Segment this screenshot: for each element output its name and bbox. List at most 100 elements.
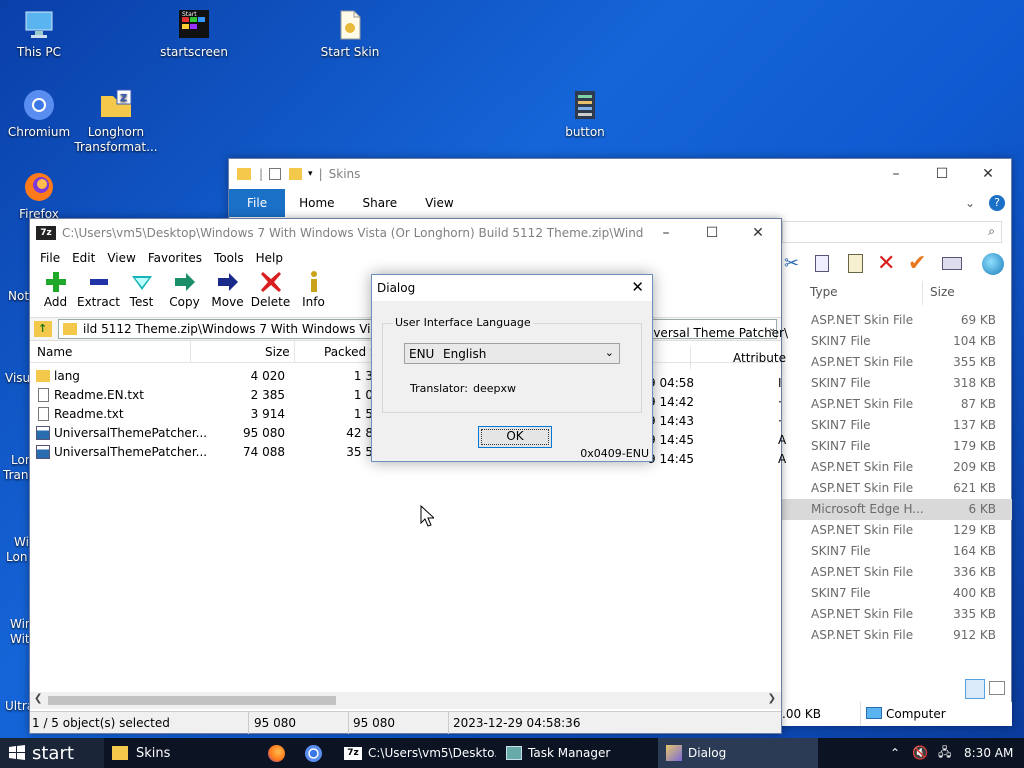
desktop-icon-longhorn-transformation[interactable]: Z Longhorn Transformat... — [71, 88, 161, 155]
info-button[interactable]: Info — [292, 269, 335, 309]
desktop-icon-firefox[interactable]: Firefox — [0, 170, 84, 222]
address-dropdown-icon[interactable]: ⌄ — [768, 323, 776, 334]
taskbar-item-task-manager[interactable]: Task Manager — [500, 738, 656, 768]
tab-home[interactable]: Home — [285, 189, 348, 217]
column-type[interactable]: Type — [810, 285, 838, 299]
globe-icon[interactable] — [982, 253, 1004, 275]
search-box[interactable]: ⌕ — [782, 221, 1002, 243]
ok-button[interactable]: OK — [478, 426, 552, 448]
table-row[interactable]: SKIN7 File 104 KB — [782, 331, 1012, 352]
column-size[interactable]: Size — [930, 285, 955, 299]
clock[interactable]: 8:30 AM — [964, 738, 1014, 768]
explorer-view-buttons — [965, 679, 1011, 699]
menu-file[interactable]: File — [34, 251, 66, 265]
close-button[interactable]: ✕ — [735, 219, 781, 247]
test-button[interactable]: Test — [120, 269, 163, 309]
copy-button[interactable]: Copy — [163, 269, 206, 309]
status-selected: 1 / 5 object(s) selected — [32, 716, 170, 730]
table-row[interactable]: ASP.NET Skin File 87 KB — [782, 394, 1012, 415]
menu-view[interactable]: View — [101, 251, 141, 265]
column-size[interactable]: Size — [265, 345, 290, 359]
taskbar-chromium[interactable] — [305, 738, 329, 768]
large-icons-view-icon[interactable] — [989, 681, 1005, 695]
move-button[interactable]: Move — [206, 269, 249, 309]
horizontal-scrollbar[interactable]: ❮ ❯ — [30, 692, 781, 709]
attribute: · — [778, 395, 782, 409]
table-row[interactable]: Microsoft Edge H... 6 KB — [782, 499, 1012, 520]
dialog-title: Dialog — [377, 281, 416, 295]
start-button[interactable]: start — [0, 738, 104, 768]
scroll-right-icon[interactable]: ❯ — [768, 693, 776, 704]
menu-tools[interactable]: Tools — [208, 251, 250, 265]
file-type: ASP.NET Skin File — [811, 628, 914, 642]
rename-icon[interactable] — [942, 257, 962, 270]
svg-text:Z: Z — [120, 93, 127, 104]
file-size: 400 KB — [953, 586, 996, 600]
menu-favorites[interactable]: Favorites — [142, 251, 208, 265]
language-select[interactable]: ENU English ⌄ — [404, 343, 620, 364]
close-button[interactable]: ✕ — [965, 159, 1011, 189]
tab-share[interactable]: Share — [349, 189, 412, 217]
properties-icon[interactable] — [269, 168, 282, 180]
table-row[interactable]: ASP.NET Skin File 336 KB — [782, 562, 1012, 583]
taskbar-firefox[interactable] — [268, 738, 292, 768]
status-packed: 95 080 — [353, 716, 395, 730]
ribbon-expand-icon[interactable]: ⌄ — [965, 196, 975, 210]
table-row[interactable]: ASP.NET Skin File 129 KB — [782, 520, 1012, 541]
menu-edit[interactable]: Edit — [66, 251, 101, 265]
details-view-icon[interactable] — [965, 679, 985, 699]
tray-overflow-icon[interactable]: ⌃ — [890, 738, 906, 768]
table-row[interactable]: SKIN7 File 179 KB — [782, 436, 1012, 457]
copy-icon[interactable] — [815, 255, 829, 272]
taskbar-item-dialog[interactable]: Dialog — [658, 738, 818, 768]
volume-muted-icon[interactable]: 🔇 — [912, 738, 930, 768]
task-manager-icon — [506, 746, 522, 760]
delete-button[interactable]: Delete — [249, 269, 292, 309]
up-folder-icon[interactable]: ↑ — [34, 321, 52, 337]
column-name[interactable]: Name — [37, 345, 72, 359]
zip-folder-icon: Z — [99, 88, 133, 122]
desktop-icon-startscreen[interactable]: Start startscreen — [149, 8, 239, 60]
language-dialog[interactable]: Dialog ✕ User Interface Language ENU Eng… — [371, 274, 653, 462]
delete-icon[interactable]: ✕ — [877, 251, 895, 276]
taskbar-item-skins[interactable]: Skins — [104, 738, 258, 768]
paste-icon[interactable] — [848, 254, 863, 273]
taskbar-item-7zip[interactable]: 7z C:\Users\vm5\Deskto... — [338, 738, 496, 768]
new-folder-icon[interactable] — [289, 168, 303, 180]
tab-view[interactable]: View — [411, 189, 467, 217]
minimize-button[interactable]: – — [643, 219, 689, 247]
network-icon[interactable]: 🖧 — [938, 738, 956, 768]
table-row[interactable]: ASP.NET Skin File 621 KB — [782, 478, 1012, 499]
table-row[interactable]: SKIN7 File 318 KB — [782, 373, 1012, 394]
scroll-thumb[interactable] — [48, 696, 336, 705]
table-row[interactable]: ASP.NET Skin File 209 KB — [782, 457, 1012, 478]
cut-icon[interactable]: ✂ — [784, 253, 799, 274]
table-row[interactable]: SKIN7 File 400 KB — [782, 583, 1012, 604]
menu-help[interactable]: Help — [250, 251, 289, 265]
table-row[interactable]: ASP.NET Skin File 912 KB — [782, 625, 1012, 646]
desktop-icon-start-skin[interactable]: Start Skin — [305, 8, 395, 60]
dialog-close-button[interactable]: ✕ — [631, 278, 644, 296]
explorer-titlebar[interactable]: | ▾ | Skins – ☐ ✕ — [229, 159, 1011, 189]
table-row[interactable]: SKIN7 File 137 KB — [782, 415, 1012, 436]
scroll-left-icon[interactable]: ❮ — [34, 693, 42, 704]
table-row[interactable]: ASP.NET Skin File 69 KB — [782, 310, 1012, 331]
table-row[interactable]: SKIN7 File 164 KB — [782, 541, 1012, 562]
extract-button[interactable]: Extract — [77, 269, 120, 309]
maximize-button[interactable]: ☐ — [689, 219, 735, 247]
language-group: User Interface Language — [382, 316, 642, 413]
desktop-icon-button[interactable]: button — [540, 88, 630, 140]
sevenzip-titlebar[interactable]: 7z C:\Users\vm5\Desktop\Windows 7 With W… — [30, 219, 781, 247]
check-icon[interactable]: ✔ — [908, 251, 926, 276]
table-row[interactable]: ASP.NET Skin File 355 KB — [782, 352, 1012, 373]
maximize-button[interactable]: ☐ — [919, 159, 965, 189]
help-icon[interactable]: ? — [989, 195, 1005, 211]
desktop-icon-this-pc[interactable]: This PC — [0, 8, 84, 60]
dialog-titlebar[interactable]: Dialog ✕ — [372, 275, 652, 301]
column-attributes[interactable]: Attribute — [733, 351, 786, 365]
add-button[interactable]: Add — [34, 269, 77, 309]
qat-dropdown-icon[interactable]: ▾ — [308, 169, 313, 179]
table-row[interactable]: ASP.NET Skin File 335 KB — [782, 604, 1012, 625]
minimize-button[interactable]: – — [873, 159, 919, 189]
tab-file[interactable]: File — [229, 189, 286, 217]
